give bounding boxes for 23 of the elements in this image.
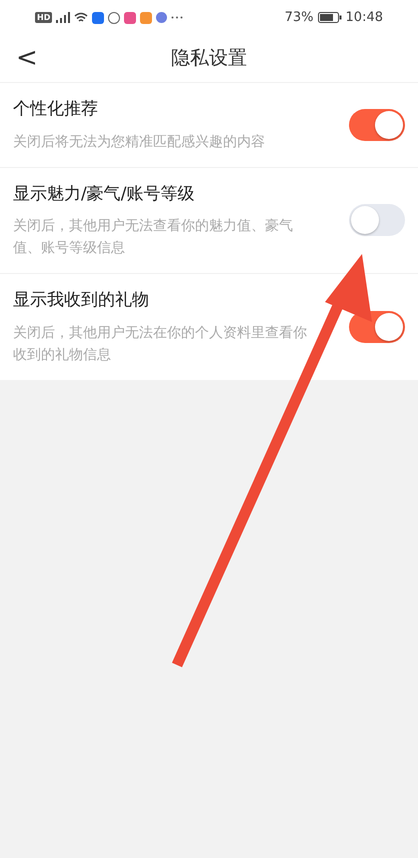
toggle-switch[interactable] [349, 108, 405, 141]
wifi-icon [74, 12, 88, 23]
app-icon [108, 12, 120, 24]
setting-title: 显示魅力/豪气/账号等级 [13, 182, 196, 206]
toggle-switch[interactable] [349, 310, 405, 343]
network-badge: HD [35, 12, 52, 23]
back-button[interactable]: < [14, 43, 40, 73]
page-title: 隐私设置 [171, 46, 247, 72]
toggle-switch[interactable] [349, 204, 405, 236]
clock-time: 10:48 [346, 8, 383, 27]
setting-title: 个性化推荐 [13, 98, 99, 121]
setting-title: 显示我收到的礼物 [13, 289, 150, 312]
setting-description: 关闭后，其他用户无法查看你的魅力值、豪气值、账号等级信息 [13, 217, 294, 258]
app-icon [140, 12, 152, 24]
setting-description: 关闭后将无法为您精准匹配感兴趣的内容 [13, 132, 266, 152]
more-icon [171, 16, 184, 19]
battery-icon [318, 12, 342, 23]
app-icon [92, 12, 104, 24]
signal-icon [56, 12, 70, 23]
setting-description: 关闭后，其他用户无法在你的个人资料里查看你收到的礼物信息 [13, 324, 308, 364]
battery-percent: 73% [284, 8, 314, 27]
app-icon [124, 12, 136, 24]
app-icon [156, 12, 168, 23]
